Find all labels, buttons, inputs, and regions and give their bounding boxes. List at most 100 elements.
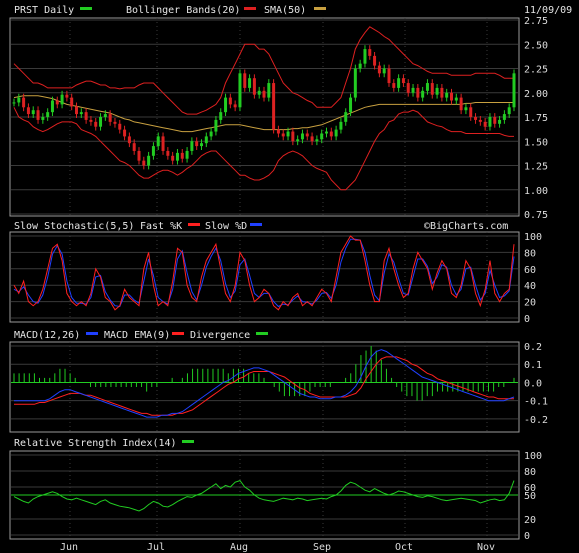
price-candle — [416, 87, 420, 98]
bollinger-legend-label: Bollinger Bands(20) — [126, 5, 240, 16]
price-candle — [305, 133, 309, 137]
y-tick-label: 80 — [524, 467, 536, 478]
price-candle — [430, 83, 434, 95]
y-tick-label: 0 — [524, 314, 530, 325]
price-candle — [296, 139, 300, 142]
price-candle — [161, 136, 165, 151]
price-candle — [478, 119, 482, 122]
price-candle — [392, 83, 396, 88]
price-candle — [123, 129, 127, 137]
fast-k-legend-label: Fast %K — [140, 221, 182, 232]
y-tick-label: 50 — [524, 491, 536, 502]
price-candle — [445, 92, 449, 98]
price-candle — [363, 49, 367, 64]
price-candle — [272, 83, 276, 130]
sma-legend-swatch — [314, 7, 326, 10]
price-candle — [204, 136, 208, 144]
divergence-legend-label: Divergence — [190, 330, 250, 341]
price-candle — [219, 112, 223, 120]
price-candle — [440, 87, 444, 98]
rsi-legend-swatch — [182, 440, 194, 443]
price-candle — [26, 107, 30, 115]
month-label-oct: Oct — [395, 542, 413, 553]
price-candle — [55, 100, 59, 105]
month-label-jul: Jul — [147, 542, 165, 553]
price-candle — [185, 150, 189, 159]
price-candle — [320, 133, 324, 140]
price-candle — [382, 68, 386, 74]
price-candle — [358, 63, 362, 69]
y-tick-label: 80 — [524, 248, 536, 259]
price-candle — [46, 112, 50, 117]
month-label-nov: Nov — [477, 542, 495, 553]
price-candle — [147, 155, 151, 166]
price-candle — [257, 90, 261, 95]
price-candle — [75, 106, 78, 115]
y-tick-label: -0.1 — [524, 397, 548, 408]
y-tick-label: 2.00 — [524, 89, 548, 100]
watermark: ©BigCharts.com — [424, 221, 508, 232]
price-candle — [483, 121, 487, 127]
price-candle — [411, 87, 415, 93]
price-candle — [70, 97, 74, 107]
y-tick-label: 0.1 — [524, 360, 542, 371]
price-candle — [195, 141, 199, 147]
price-candle — [171, 155, 175, 161]
price-candle — [387, 68, 391, 84]
chart-date: 11/09/09 — [524, 5, 572, 16]
price-candle — [108, 114, 112, 122]
price-candle — [12, 102, 16, 104]
bollinger-legend-swatch — [244, 7, 256, 10]
price-candle — [281, 133, 285, 137]
price-candle — [459, 97, 463, 111]
price-candle — [329, 131, 333, 137]
y-tick-label: 40 — [524, 281, 536, 292]
y-tick-label: 1.00 — [524, 186, 548, 197]
price-candle — [248, 78, 252, 88]
y-tick-label: 1.50 — [524, 137, 548, 148]
price-candle — [200, 143, 203, 147]
price-candle — [454, 97, 458, 101]
y-tick-label: 2.50 — [524, 40, 548, 51]
month-label-aug: Aug — [230, 542, 248, 553]
price-candle — [262, 90, 266, 98]
stock-chart-canvas: PRST Daily Bollinger Bands(20) SMA(50) 1… — [0, 0, 579, 553]
price-candle — [113, 121, 117, 124]
price-candle — [175, 152, 179, 161]
y-tick-label: 100 — [524, 232, 542, 243]
price-legend-swatch — [80, 7, 92, 10]
price-candle — [401, 78, 405, 84]
month-label-jun: Jun — [60, 542, 78, 553]
stochastic-title: Slow Stochastic(5,5) — [14, 221, 134, 232]
y-tick-label: 1.25 — [524, 162, 548, 173]
price-candle — [349, 97, 353, 113]
y-tick-label: 0.0 — [524, 378, 542, 389]
price-candle — [84, 112, 88, 120]
price-candle — [243, 73, 247, 88]
price-candle — [79, 112, 83, 115]
price-candle — [31, 110, 35, 115]
price-candle — [209, 131, 213, 137]
sma-legend-label: SMA(50) — [264, 5, 306, 16]
price-candle — [238, 73, 242, 108]
price-candle — [474, 117, 478, 120]
price-candle — [464, 107, 468, 111]
price-candle — [373, 55, 377, 66]
price-candle — [421, 90, 425, 98]
price-candle — [60, 94, 64, 105]
price-candle — [180, 152, 184, 159]
price-candle — [310, 136, 314, 142]
y-tick-label: 100 — [524, 451, 542, 462]
symbol-label: PRST Daily — [14, 5, 74, 16]
y-tick-label: 2.75 — [524, 16, 548, 27]
y-tick-label: -0.2 — [524, 415, 548, 426]
price-candle — [406, 83, 410, 93]
price-candle — [89, 119, 93, 122]
macd-ema-legend-label: MACD EMA(9) — [104, 330, 170, 341]
price-candle — [315, 139, 319, 142]
price-candle — [450, 92, 453, 101]
price-candle — [214, 119, 218, 132]
price-candle — [190, 141, 194, 151]
price-candle — [507, 107, 511, 115]
price-candle — [300, 133, 304, 140]
